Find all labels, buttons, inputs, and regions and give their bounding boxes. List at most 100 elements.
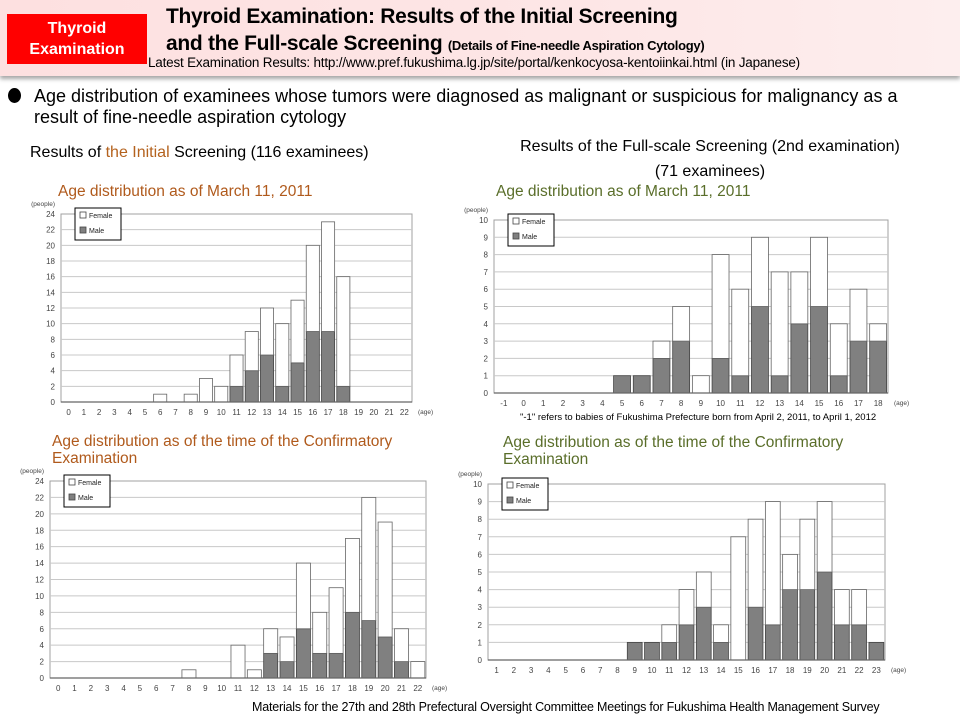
bar-male (336, 385, 351, 403)
full-heading-line-2: (71 examinees) (654, 163, 766, 180)
x-tick-label: 15 (293, 408, 302, 417)
bar-female (672, 306, 691, 342)
y-tick-label: 20 (46, 241, 55, 250)
bar-female (279, 636, 295, 662)
legend-swatch-male (506, 496, 514, 504)
x-tick-label: 2 (561, 399, 566, 408)
x-tick-label: 3 (529, 666, 534, 675)
y-tick-label: 22 (35, 493, 44, 502)
x-tick-label: 13 (775, 399, 784, 408)
bar-female (246, 669, 262, 679)
bar-female (652, 340, 671, 359)
y-tick-label: 10 (35, 592, 44, 601)
bar-male (626, 641, 643, 661)
y-tick-label: 0 (484, 389, 489, 398)
chart-4-title: Age distribution as of the time of the C… (503, 434, 844, 468)
bar-male (829, 375, 848, 394)
source-footer: Materials for the 27th and 28th Prefectu… (252, 700, 880, 714)
bar-female (153, 393, 168, 403)
bar-female (260, 307, 274, 356)
bar-female (851, 589, 867, 626)
bar-female (321, 221, 336, 332)
x-tick-label: 19 (364, 684, 373, 693)
bar-female (691, 375, 710, 394)
page-title-line-2-main: and the Full-scale Screening (166, 32, 443, 55)
chart-2-title: Age distribution as of March 11, 2011 (496, 183, 751, 200)
legend: Female Male (63, 474, 111, 508)
x-tick-label: 22 (855, 666, 864, 675)
x-tick-label: 9 (204, 408, 209, 417)
x-tick-label: 12 (247, 408, 256, 417)
x-tick-label: 10 (217, 408, 226, 417)
legend-swatch-female (79, 211, 87, 219)
x-tick-label: 4 (121, 684, 126, 693)
x-axis-label: (age) (891, 667, 906, 674)
y-tick-label: 7 (478, 533, 483, 542)
x-tick-label: 20 (381, 684, 390, 693)
chart-full-scale-march-2011: 012345678910(people)-1 0 1 2 3 4 5 6 7 8 9 10 11 12 13… (464, 207, 909, 408)
bar-male (834, 624, 850, 661)
legend: Female Male (74, 207, 122, 241)
bar-male (731, 375, 750, 394)
bar-female (834, 589, 850, 626)
y-tick-label: 9 (478, 498, 483, 507)
bar-female (747, 518, 764, 608)
legend-label-male: Male (516, 498, 531, 505)
legend-swatch-female (68, 478, 76, 486)
x-tick-label: 13 (263, 408, 272, 417)
bar-female (263, 628, 279, 654)
bar-male (764, 624, 781, 661)
x-tick-label: 16 (834, 399, 843, 408)
x-tick-label: 15 (299, 684, 308, 693)
bar-female (312, 611, 328, 654)
y-tick-label: 16 (46, 273, 55, 282)
y-tick-label: 6 (478, 550, 483, 559)
x-tick-label: 2 (97, 408, 102, 417)
y-tick-label: 6 (484, 285, 489, 294)
legend-swatch-male (79, 226, 87, 234)
x-tick-label: 19 (354, 408, 363, 417)
initial-heading-highlight: the Initial (105, 144, 170, 161)
y-tick-label: 1 (478, 638, 483, 647)
y-tick-label: 12 (35, 576, 44, 585)
x-tick-label: 14 (278, 408, 287, 417)
y-tick-label: 4 (478, 586, 483, 595)
bar-male (695, 606, 712, 661)
legend-label-male: Male (522, 234, 537, 241)
y-tick-label: 10 (473, 480, 482, 489)
x-tick-label: 9 (632, 666, 637, 675)
bar-male (770, 375, 789, 394)
bar-male (328, 652, 344, 679)
x-axis-label: (age) (894, 400, 909, 407)
chart-initial-confirmatory: 024681012141618202224(people)0 1 2 3 4 5 6 7 8 9 1… (20, 468, 447, 693)
x-tick-label: 8 (615, 666, 620, 675)
y-tick-label: 16 (35, 543, 44, 552)
x-tick-label: 1 (494, 666, 499, 675)
y-tick-label: 2 (51, 382, 56, 391)
chart-full-scale-confirmatory: 012345678910(people)1 2 3 4 5 6 7 8 9 10 11 12 13 14 1… (458, 471, 906, 675)
bar-male (816, 571, 833, 661)
x-tick-label: 4 (546, 666, 551, 675)
bar-female (410, 661, 426, 679)
x-tick-label: -1 (500, 399, 508, 408)
y-tick-label: 0 (478, 656, 483, 665)
x-tick-label: 7 (659, 399, 664, 408)
y-tick-label: 22 (46, 226, 55, 235)
x-tick-label: 3 (112, 408, 117, 417)
x-tick-label: 5 (620, 399, 625, 408)
x-tick-label: 16 (315, 684, 324, 693)
x-tick-label: 6 (158, 408, 163, 417)
y-tick-label: 8 (478, 515, 483, 524)
x-tick-label: 19 (803, 666, 812, 675)
y-tick-label: 4 (40, 641, 45, 650)
y-tick-label: 18 (35, 526, 44, 535)
bar-female (230, 644, 246, 679)
bar-female (229, 354, 244, 387)
bar-male (747, 606, 764, 661)
bar-male (851, 624, 867, 661)
x-tick-label: 6 (640, 399, 645, 408)
bar-female (869, 323, 888, 342)
bar-female (181, 669, 197, 679)
y-tick-label: 14 (35, 559, 44, 568)
x-tick-label: 8 (187, 684, 192, 693)
